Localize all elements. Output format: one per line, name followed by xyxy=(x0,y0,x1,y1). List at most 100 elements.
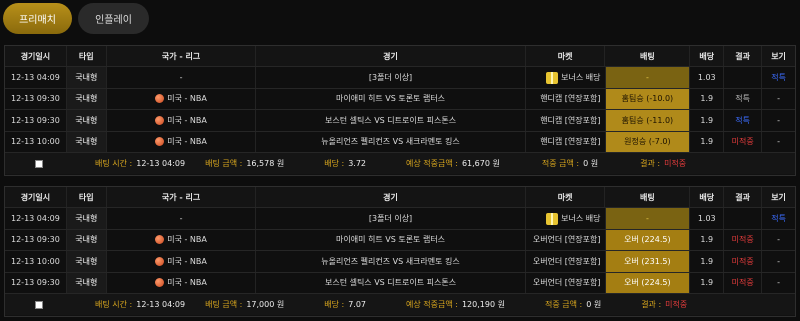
header-league: 국가 - 리그 xyxy=(107,46,257,67)
header-odds: 배당 xyxy=(690,187,725,208)
row-bet: - xyxy=(605,67,691,88)
league-label: 미국 - NBA xyxy=(167,115,207,125)
bet-slip: 경기일시 타입 국가 - 리그 경기 마켓 배팅 배당 결과 보기 12-13 … xyxy=(4,45,796,176)
league-label: 미국 - NBA xyxy=(167,94,207,104)
header-time: 경기일시 xyxy=(5,187,67,208)
row-league: 미국 - NBA xyxy=(107,110,257,131)
bet-value: 오버 (231.5) xyxy=(605,251,690,272)
footer-amount: 배팅 금액 :17,000 원 xyxy=(205,300,285,310)
row-view: - xyxy=(777,115,781,125)
header-result: 결과 xyxy=(724,187,763,208)
row-view: - xyxy=(777,137,781,147)
row-time: 12-13 04:09 xyxy=(5,67,67,88)
header-game: 경기 xyxy=(256,187,526,208)
basketball-icon xyxy=(155,278,165,288)
select-checkbox[interactable] xyxy=(35,159,43,168)
row-league: 미국 - NBA xyxy=(107,88,257,110)
header-type: 타입 xyxy=(67,46,107,67)
header-type: 타입 xyxy=(67,187,107,208)
table-row: 12-13 04:09 국내형 - [3폴더 이상] 보너스 배당 - 1.03… xyxy=(5,67,795,89)
row-view: - xyxy=(777,94,781,104)
footer-bet-time: 배팅 시간 :12-13 04:09 xyxy=(95,159,186,169)
header-odds: 배당 xyxy=(690,46,725,67)
row-type: 국내형 xyxy=(66,272,107,293)
header-result: 결과 xyxy=(724,46,763,67)
market-label: 보너스 배당 xyxy=(561,214,601,224)
row-result: 미적중 xyxy=(724,251,763,272)
row-market: 보너스 배당 xyxy=(526,208,606,229)
row-bet: 오버 (231.5) xyxy=(605,251,691,272)
row-result: 적특 xyxy=(724,88,763,110)
row-league: - xyxy=(107,208,257,229)
row-odds: 1.9 xyxy=(690,251,725,272)
slip-footer: 배팅 시간 :12-13 04:09 배팅 금액 :17,000 원 배당 :7… xyxy=(5,293,795,316)
row-result xyxy=(724,208,763,229)
table-header: 경기일시 타입 국가 - 리그 경기 마켓 배팅 배당 결과 보기 xyxy=(5,46,795,68)
footer-odds: 배당 :7.07 xyxy=(324,300,366,310)
row-view[interactable]: 적특 xyxy=(762,67,795,87)
row-market: 보너스 배당 xyxy=(526,67,606,88)
header-view: 보기 xyxy=(771,51,786,61)
header-market: 마켓 xyxy=(526,46,606,67)
row-game: 뉴올리언즈 펠리컨즈 VS 새크라멘토 킹스 xyxy=(256,251,526,272)
footer-win: 적중 금액 :0 원 xyxy=(541,159,599,169)
row-market: 핸디캡 [연장포함] xyxy=(526,88,606,110)
table-row: 12-13 10:00 국내형 미국 - NBA 뉴올리언즈 펠리컨즈 VS 새… xyxy=(5,251,795,273)
bet-value: 오버 (224.5) xyxy=(605,272,690,293)
table-row: 12-13 09:30 국내형 미국 - NBA 마이애미 히트 VS 토론토 … xyxy=(5,88,795,111)
league-label: 미국 - NBA xyxy=(167,256,207,266)
footer-result: 결과 : 미적중 xyxy=(640,159,687,169)
table-row: 12-13 09:30 국내형 미국 - NBA 마이애미 히트 VS 토론토 … xyxy=(5,229,795,252)
league-label: 미국 - NBA xyxy=(167,137,207,147)
row-time: 12-13 10:00 xyxy=(5,131,67,152)
row-market: 오버언더 [연장포함] xyxy=(526,272,606,293)
table-row: 12-13 04:09 국내형 - [3폴더 이상] 보너스 배당 - 1.03… xyxy=(5,208,795,230)
row-league: 미국 - NBA xyxy=(107,251,257,272)
tab-bar: 프리매치 인플레이 xyxy=(3,3,149,34)
row-market: 오버언더 [연장포함] xyxy=(526,251,606,272)
header-game: 경기 xyxy=(256,46,526,67)
table-row: 12-13 10:00 국내형 미국 - NBA 뉴올리언즈 펠리컨즈 VS 새… xyxy=(5,131,795,153)
tab-inplay[interactable]: 인플레이 xyxy=(78,3,149,34)
row-bet: 홈팀승 (-11.0) xyxy=(605,110,691,131)
header-league: 국가 - 리그 xyxy=(107,187,257,208)
row-result: 미적중 xyxy=(724,131,763,152)
bet-slip: 경기일시 타입 국가 - 리그 경기 마켓 배팅 배당 결과 보기 12-13 … xyxy=(4,186,796,317)
select-checkbox[interactable] xyxy=(35,300,43,309)
market-label: 보너스 배당 xyxy=(561,73,601,83)
row-type: 국내형 xyxy=(66,131,107,152)
row-game: [3폴더 이상] xyxy=(256,208,526,229)
table-row: 12-13 09:30 국내형 미국 - NBA 보스턴 셀틱스 VS 디트로이… xyxy=(5,110,795,132)
slip-footer: 배팅 시간 :12-13 04:09 배팅 금액 :16,578 원 배당 :3… xyxy=(5,152,795,175)
row-odds: 1.9 xyxy=(690,88,725,110)
row-view: - xyxy=(777,256,781,266)
row-odds: 1.03 xyxy=(690,208,725,229)
row-league: 미국 - NBA xyxy=(107,272,257,293)
row-game: 마이애미 히트 VS 토론토 랩터스 xyxy=(256,88,526,110)
row-market: 핸디캡 [연장포함] xyxy=(526,131,606,152)
row-bet: 오버 (224.5) xyxy=(605,272,691,293)
header-view: 보기 xyxy=(771,192,786,202)
basketball-icon xyxy=(155,94,165,104)
row-market: 오버언더 [연장포함] xyxy=(526,229,606,251)
row-type: 국내형 xyxy=(66,251,107,272)
row-time: 12-13 09:30 xyxy=(5,88,67,110)
row-game: 보스턴 셀틱스 VS 디트로이트 피스톤스 xyxy=(256,110,526,131)
row-odds: 1.9 xyxy=(690,131,725,152)
row-league: 미국 - NBA xyxy=(107,131,257,152)
row-view[interactable]: 적특 xyxy=(762,208,795,228)
row-game: 보스턴 셀틱스 VS 디트로이트 피스톤스 xyxy=(256,272,526,293)
footer-expected: 예상 적중금액 :61,670 원 xyxy=(406,159,500,169)
league-label: 미국 - NBA xyxy=(167,235,207,245)
bet-value: 오버 (224.5) xyxy=(605,229,690,251)
row-type: 국내형 xyxy=(66,88,107,110)
tab-prematch[interactable]: 프리매치 xyxy=(3,3,72,34)
league-label: 미국 - NBA xyxy=(167,278,207,288)
basketball-icon xyxy=(155,137,165,147)
row-result: 미적중 xyxy=(724,272,763,293)
table-row: 12-13 09:30 국내형 미국 - NBA 보스턴 셀틱스 VS 디트로이… xyxy=(5,272,795,294)
row-bet: - xyxy=(605,208,691,229)
row-type: 국내형 xyxy=(66,229,107,251)
footer-win: 적중 금액 :0 원 xyxy=(544,300,602,310)
bet-value: 원정승 (-7.0) xyxy=(605,131,690,152)
